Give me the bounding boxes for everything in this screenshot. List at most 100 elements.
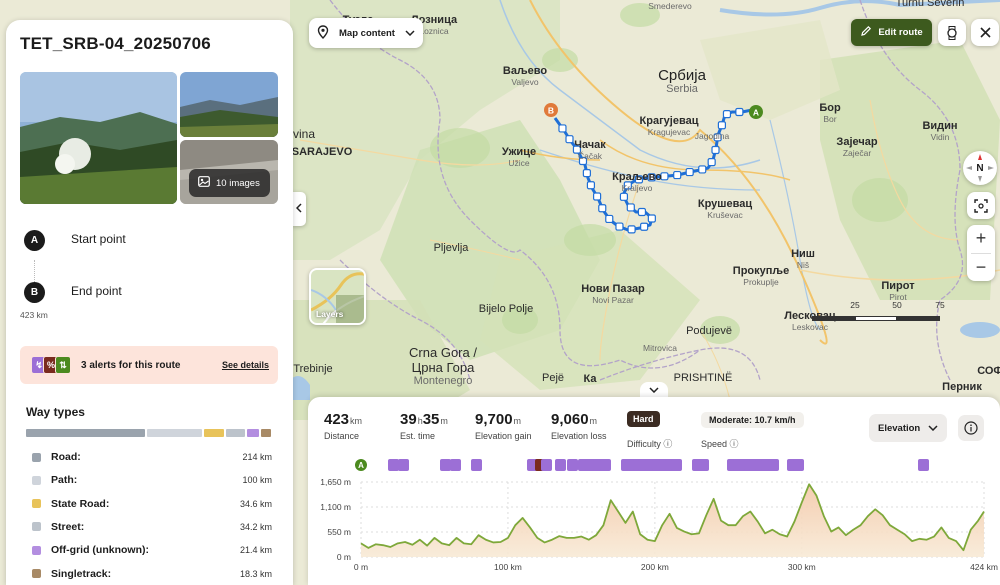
place-label: Crna Gora / bbox=[409, 345, 477, 360]
route-photo[interactable] bbox=[20, 72, 177, 204]
x-tick-label: 300 km bbox=[788, 562, 816, 572]
route-waypoint bbox=[615, 222, 624, 231]
way-type-name: Singletrack: bbox=[51, 567, 112, 580]
alert-marker bbox=[768, 459, 779, 471]
place-label: Крушевац Kruševac bbox=[697, 198, 753, 220]
route-photo[interactable] bbox=[180, 72, 278, 137]
start-point-marker: A bbox=[24, 230, 45, 251]
route-waypoint bbox=[640, 222, 649, 231]
zoom-in-button[interactable]: + bbox=[967, 225, 995, 253]
route-waypoint bbox=[605, 214, 614, 224]
route-waypoint bbox=[735, 107, 744, 117]
alert-marker bbox=[450, 459, 461, 471]
alert-marker bbox=[541, 459, 552, 471]
collapse-panel-button[interactable] bbox=[292, 192, 306, 226]
place-label: Trebinje bbox=[293, 363, 333, 375]
place-label: Нови Пазар Novi Pazar bbox=[581, 283, 645, 305]
way-types-bar bbox=[26, 429, 271, 437]
y-tick-label: 1,650 m bbox=[320, 477, 351, 487]
stat-gain: 9,700m Elevation gain bbox=[475, 411, 532, 441]
way-type-swatch bbox=[32, 545, 41, 555]
place-label: Зајечар Zaječar bbox=[836, 136, 878, 158]
place-label: Видин Vidin bbox=[922, 120, 958, 142]
chevron-down-icon bbox=[649, 385, 659, 396]
way-type-segment bbox=[246, 429, 259, 437]
way-type-value: 18.3 km bbox=[239, 568, 272, 579]
elevation-panel: 423km Distance 39h35m Est. time 9,700m E… bbox=[308, 397, 1000, 585]
end-point-marker: B bbox=[24, 282, 45, 303]
way-type-segment bbox=[225, 429, 245, 437]
alert-marker bbox=[671, 459, 682, 471]
y-tick-label: 0 m bbox=[337, 552, 351, 562]
place-label: Пирот Pirot bbox=[881, 280, 915, 302]
compass-button[interactable]: N bbox=[963, 151, 997, 185]
route-waypoint bbox=[586, 181, 596, 190]
place-label: Jagodina bbox=[694, 131, 730, 141]
route-waypoint bbox=[626, 203, 635, 212]
route-waypoint bbox=[637, 207, 647, 217]
place-label: Крагујевац Kragujevac bbox=[639, 115, 699, 137]
info-icon[interactable] bbox=[958, 415, 984, 441]
stat-speed: Speed ⓘ bbox=[701, 439, 739, 449]
way-type-name: Street: bbox=[51, 520, 85, 533]
elevation-chart[interactable]: A 0 m 550 m 1,100 m 1,650 m 0 m 100 km 200 km 30… bbox=[308, 455, 1000, 585]
alert-marker bbox=[398, 459, 409, 471]
route-waypoint bbox=[707, 158, 716, 167]
place-label: Чачак Čačak bbox=[574, 139, 606, 161]
location-pin-icon bbox=[317, 24, 329, 42]
way-type-value: 34.2 km bbox=[239, 521, 272, 532]
place-label: Ужице Užice bbox=[501, 146, 537, 168]
place-label: Прокупље Prokuplje bbox=[732, 265, 790, 287]
fit-route-icon[interactable] bbox=[967, 192, 995, 219]
way-type-swatch bbox=[32, 569, 41, 578]
route-waypoint bbox=[565, 135, 574, 144]
start-marker-label: A bbox=[358, 461, 364, 470]
zoom-out-button[interactable]: − bbox=[967, 254, 995, 282]
see-details-link[interactable]: See details bbox=[222, 360, 269, 370]
route-waypoint bbox=[619, 192, 629, 201]
elevation-select[interactable]: Elevation bbox=[869, 414, 947, 442]
stat-difficulty: Difficulty ⓘ bbox=[627, 439, 673, 449]
expand-elevation-button[interactable] bbox=[640, 382, 668, 398]
place-label: Краљево Kraljevo bbox=[612, 171, 662, 193]
zoom-control: + − bbox=[967, 225, 995, 281]
route-waypoint bbox=[593, 192, 602, 201]
edit-route-button[interactable]: Edit route bbox=[851, 19, 932, 46]
chevron-down-icon bbox=[928, 423, 938, 434]
end-point-label[interactable]: End point bbox=[71, 284, 122, 298]
place-label: Podujevë bbox=[686, 325, 732, 337]
place-label: PRISHTINË bbox=[673, 372, 733, 384]
way-type-value: 100 km bbox=[242, 475, 272, 486]
close-icon[interactable] bbox=[971, 19, 999, 46]
place-label: Pejë bbox=[541, 372, 565, 384]
place-label: SARAJEVO bbox=[291, 146, 353, 158]
x-tick-label: 200 km bbox=[641, 562, 669, 572]
way-type-row: Singletrack: 18.3 km bbox=[32, 567, 272, 581]
svg-text:B: B bbox=[548, 106, 554, 116]
place-label: Ка bbox=[583, 373, 597, 385]
help-icon: ⓘ bbox=[663, 439, 673, 449]
way-type-swatch bbox=[32, 522, 41, 532]
place-label: Turnu Severin bbox=[895, 0, 965, 9]
way-type-value: 34.6 km bbox=[239, 498, 272, 509]
place-label: Црна Гора Montenegro bbox=[411, 360, 475, 387]
alert-marker bbox=[555, 459, 566, 471]
alert-marker bbox=[471, 459, 482, 471]
start-point-label[interactable]: Start point bbox=[71, 232, 126, 246]
route-waypoint bbox=[647, 214, 656, 223]
alert-marker bbox=[600, 459, 611, 471]
map-content-button[interactable]: Map content bbox=[309, 18, 423, 48]
watch-icon[interactable] bbox=[938, 19, 966, 46]
view-images-button[interactable]: 10 images bbox=[189, 169, 270, 197]
layers-button[interactable]: Layers bbox=[309, 268, 366, 325]
route-distance: 423 km bbox=[20, 310, 48, 320]
route-waypoint bbox=[711, 145, 720, 155]
alerts-banner[interactable]: ↯ % ⇅ 3 alerts for this route See detail… bbox=[20, 346, 278, 384]
chevron-left-icon bbox=[295, 202, 302, 216]
way-type-name: State Road: bbox=[51, 497, 110, 510]
alerts-text: 3 alerts for this route bbox=[81, 359, 181, 371]
difficulty-badge: Hard bbox=[627, 411, 660, 427]
place-label: Pljevlja bbox=[433, 242, 469, 254]
x-tick-label: 424 km bbox=[970, 562, 998, 572]
map-scale: 25 50 75 bbox=[800, 300, 950, 325]
